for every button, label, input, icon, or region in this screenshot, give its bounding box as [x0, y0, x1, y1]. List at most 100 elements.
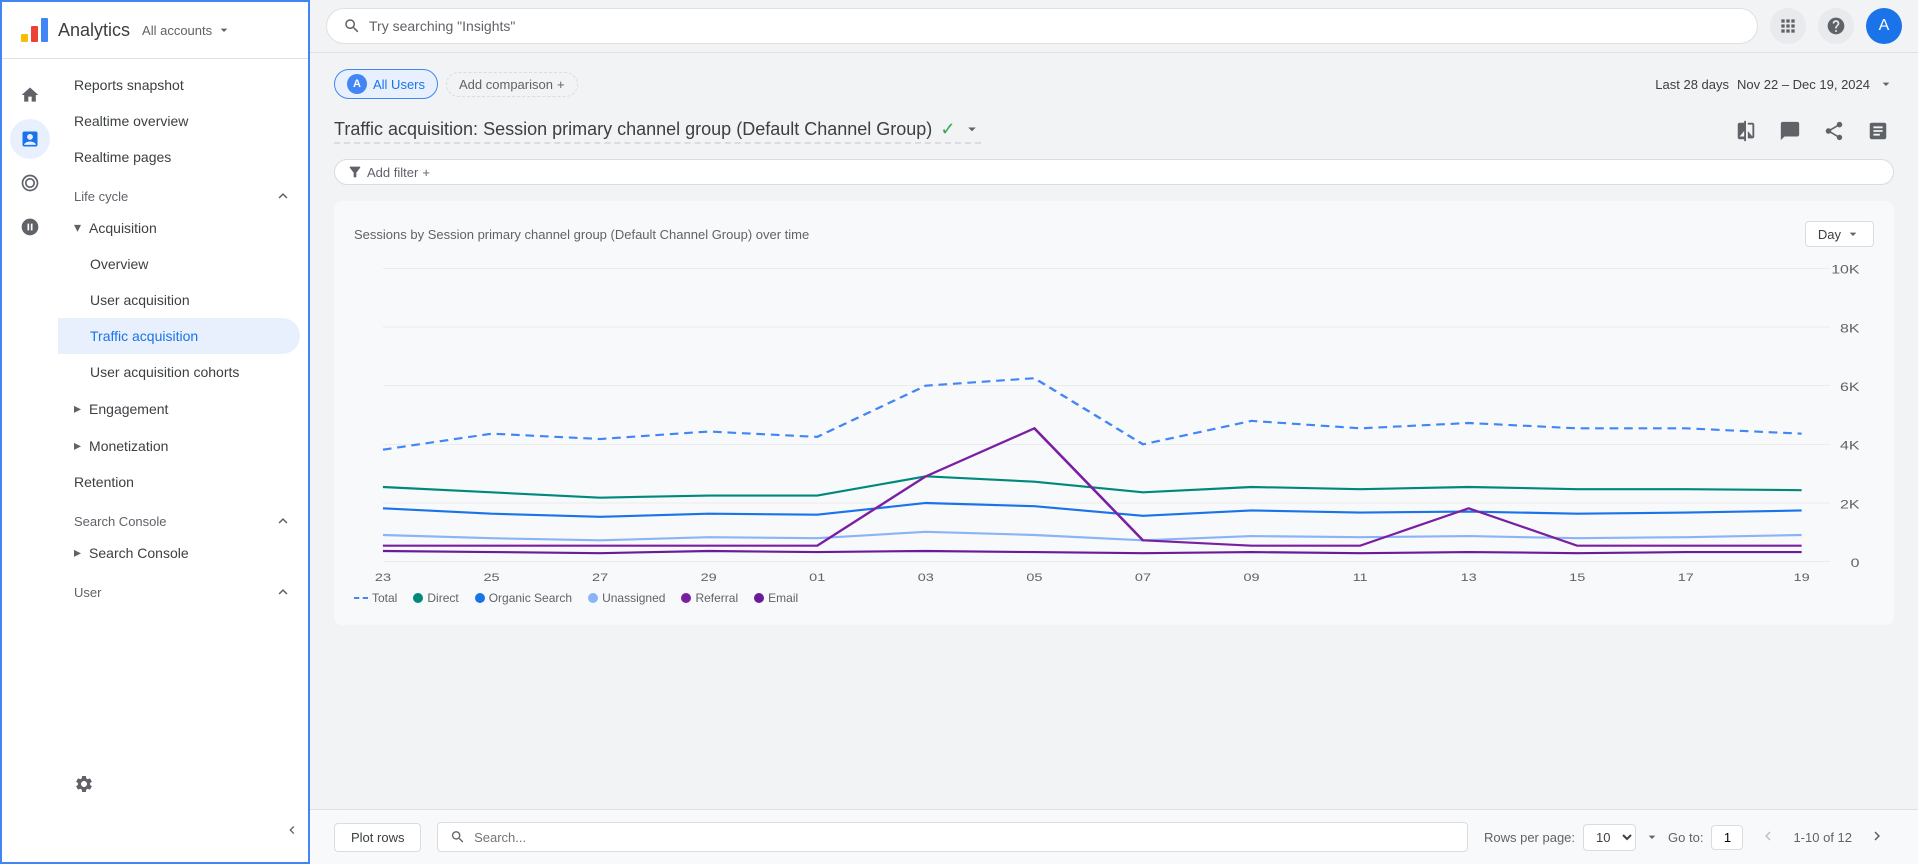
- nav-home[interactable]: [10, 75, 50, 115]
- add-filter-button[interactable]: Add filter +: [334, 159, 1894, 185]
- sidebar-item-monetization-label: Monetization: [89, 438, 168, 454]
- sidebar-header: Analytics All accounts: [2, 2, 308, 59]
- legend-email: Email: [754, 591, 798, 605]
- sidebar-item-monetization[interactable]: ▸ Monetization: [58, 427, 300, 464]
- svg-text:8K: 8K: [1840, 321, 1860, 334]
- legend-direct-icon: [413, 593, 423, 603]
- add-icon: +: [557, 77, 565, 92]
- app-title: Analytics: [58, 20, 130, 41]
- report-action-icons: [1730, 115, 1894, 147]
- share-icon-button[interactable]: [1818, 115, 1850, 147]
- legend-unassigned: Unassigned: [588, 591, 665, 605]
- chart-header: Sessions by Session primary channel grou…: [354, 221, 1874, 247]
- date-range-selector[interactable]: Last 28 days Nov 22 – Dec 19, 2024: [1655, 76, 1894, 92]
- section-user-label: User: [74, 585, 101, 600]
- sidebar-item-acquisition[interactable]: ▾ Acquisition: [58, 209, 300, 246]
- sidebar-item-traffic-acquisition[interactable]: Traffic acquisition: [58, 318, 300, 354]
- table-search-input[interactable]: [474, 830, 1455, 845]
- nav-reports[interactable]: [10, 119, 50, 159]
- add-filter-label: Add filter: [367, 165, 418, 180]
- help-button[interactable]: [1818, 8, 1854, 44]
- legend-total-icon: [354, 597, 368, 599]
- filter-icon: [347, 164, 363, 180]
- user-avatar[interactable]: A: [1866, 8, 1902, 44]
- svg-text:25: 25: [483, 571, 499, 583]
- sidebar-item-search-console[interactable]: ▸ Search Console: [58, 534, 300, 571]
- legend-unassigned-icon: [588, 593, 598, 603]
- user-badge: A: [347, 74, 367, 94]
- sidebar-item-user-acquisition-label: User acquisition: [90, 292, 190, 308]
- legend-email-icon: [754, 593, 764, 603]
- chart-area: 10K 8K 6K 4K 2K 0: [354, 263, 1874, 583]
- day-selector[interactable]: Day: [1805, 221, 1874, 247]
- svg-text:27: 27: [592, 571, 608, 583]
- section-user[interactable]: User: [58, 571, 308, 605]
- svg-text:0: 0: [1851, 556, 1860, 569]
- filter-left: A All Users Add comparison +: [334, 69, 578, 99]
- filter-bar: A All Users Add comparison + Last 28 day…: [334, 69, 1894, 99]
- search-bar[interactable]: Try searching "Insights": [326, 8, 1758, 44]
- svg-text:10K: 10K: [1831, 263, 1860, 276]
- annotate-icon-button[interactable]: [1774, 115, 1806, 147]
- sidebar-item-realtime-pages[interactable]: Realtime pages: [58, 139, 300, 175]
- sidebar-item-user-acquisition-cohorts[interactable]: User acquisition cohorts: [58, 354, 300, 390]
- title-chevron-icon[interactable]: [963, 120, 981, 138]
- apps-button[interactable]: [1770, 8, 1806, 44]
- sidebar: Analytics All accounts Reports snapshot …: [0, 0, 310, 864]
- sidebar-item-reports-snapshot[interactable]: Reports snapshot: [58, 67, 300, 103]
- search-icon: [343, 17, 361, 35]
- settings-button[interactable]: [58, 766, 110, 802]
- all-users-label: All Users: [373, 77, 425, 92]
- pagination-next-button[interactable]: [1860, 823, 1894, 852]
- legend-direct-label: Direct: [427, 591, 458, 605]
- analytics-logo: [18, 14, 50, 46]
- day-chevron-icon: [1845, 226, 1861, 242]
- expand-icon-monetization: ▸: [74, 437, 81, 454]
- sidebar-item-user-acquisition-cohorts-label: User acquisition cohorts: [90, 364, 239, 380]
- legend-referral: Referral: [681, 591, 738, 605]
- chart-legend: Total Direct Organic Search Unassigned R…: [354, 591, 1874, 605]
- date-chevron-icon: [1878, 76, 1894, 92]
- svg-text:Dec: Dec: [804, 581, 830, 583]
- sidebar-item-user-acquisition[interactable]: User acquisition: [58, 282, 300, 318]
- all-users-chip[interactable]: A All Users: [334, 69, 438, 99]
- svg-text:29: 29: [701, 571, 717, 583]
- report-title-text: Traffic acquisition: Session primary cha…: [334, 119, 932, 140]
- verified-icon: ✓: [940, 119, 955, 140]
- sidebar-item-realtime-overview[interactable]: Realtime overview: [58, 103, 300, 139]
- section-search-console-label: Search Console: [74, 514, 167, 529]
- pagination-prev-button[interactable]: [1751, 823, 1785, 852]
- legend-total-label: Total: [372, 591, 397, 605]
- sidebar-item-retention[interactable]: Retention: [58, 464, 300, 500]
- add-comparison-button[interactable]: Add comparison +: [446, 72, 578, 97]
- rows-per-page-select[interactable]: 10 25 50: [1583, 824, 1636, 851]
- section-lifecycle[interactable]: Life cycle: [58, 175, 308, 209]
- plot-rows-button[interactable]: Plot rows: [334, 823, 421, 852]
- sidebar-item-engagement-label: Engagement: [89, 401, 168, 417]
- svg-text:19: 19: [1794, 571, 1810, 583]
- compare-icon-button[interactable]: [1730, 115, 1762, 147]
- nav-advertising[interactable]: [10, 207, 50, 247]
- pagination-range: 1-10 of 12: [1793, 830, 1852, 845]
- sidebar-item-overview[interactable]: Overview: [58, 246, 300, 282]
- svg-text:17: 17: [1678, 571, 1694, 583]
- sidebar-collapse-button[interactable]: [276, 814, 308, 846]
- expand-icon-engagement: ▸: [74, 400, 81, 417]
- report-title: Traffic acquisition: Session primary cha…: [334, 119, 981, 144]
- table-search[interactable]: [437, 822, 1468, 852]
- all-accounts-dropdown[interactable]: All accounts: [142, 22, 232, 38]
- nav-explore[interactable]: [10, 163, 50, 203]
- sidebar-item-engagement[interactable]: ▸ Engagement: [58, 390, 300, 427]
- legend-referral-icon: [681, 593, 691, 603]
- go-to-input[interactable]: [1711, 825, 1743, 850]
- expand-icon-acquisition: ▾: [74, 219, 81, 236]
- svg-text:07: 07: [1135, 571, 1151, 583]
- insights-icon-button[interactable]: [1862, 115, 1894, 147]
- sidebar-item-acquisition-label: Acquisition: [89, 220, 157, 236]
- svg-text:2K: 2K: [1840, 497, 1860, 510]
- day-selector-label: Day: [1818, 227, 1841, 242]
- rows-chevron-icon: [1644, 829, 1660, 845]
- date-range-value: Nov 22 – Dec 19, 2024: [1737, 77, 1870, 92]
- section-search-console[interactable]: Search Console: [58, 500, 308, 534]
- svg-text:6K: 6K: [1840, 380, 1860, 393]
